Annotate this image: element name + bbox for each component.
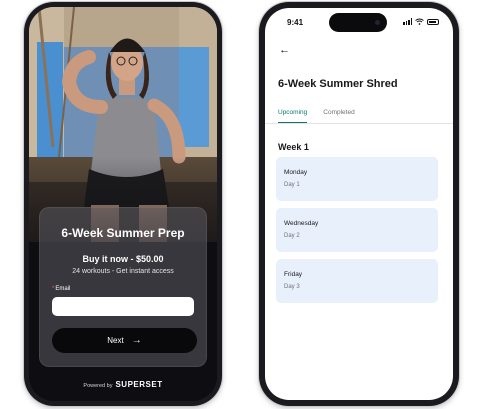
day-name: Wednesday xyxy=(284,220,319,227)
day-card-friday[interactable]: Friday Day 3 xyxy=(276,259,438,303)
email-field[interactable] xyxy=(52,297,194,316)
day-card-monday[interactable]: Monday Day 1 xyxy=(276,157,438,201)
signal-icon xyxy=(403,18,412,25)
day-label: Day 1 xyxy=(284,182,300,188)
day-name: Monday xyxy=(284,169,308,176)
day-name: Friday xyxy=(284,271,303,278)
day-label: Day 3 xyxy=(284,284,300,290)
arrow-right-icon: → xyxy=(131,334,142,346)
battery-icon xyxy=(427,18,439,25)
tabs: Upcoming Completed xyxy=(278,109,355,123)
tab-upcoming[interactable]: Upcoming xyxy=(278,109,308,123)
status-time: 9:41 xyxy=(287,18,304,27)
tab-completed[interactable]: Completed xyxy=(323,109,354,123)
program-title: 6-Week Summer Prep xyxy=(61,226,185,240)
wifi-icon xyxy=(415,18,424,25)
powered-by-text: Powered by xyxy=(83,383,113,389)
program-screen: 9:41 ← 6-Week Summer Shred Upcoming Comp… xyxy=(265,8,453,400)
checkout-screen: 6-Week Summer Prep Buy it now - $50.00 2… xyxy=(29,7,217,401)
camera-dot xyxy=(375,20,380,25)
powered-by: Powered by SUPERSET xyxy=(29,380,217,389)
next-button[interactable]: Next → xyxy=(52,328,197,353)
next-button-label: Next xyxy=(107,336,124,345)
day-label: Day 2 xyxy=(284,233,300,239)
price-line: Buy it now - $50.00 xyxy=(82,254,164,264)
tabs-divider xyxy=(265,123,453,124)
program-summary: 24 workouts - Get instant access xyxy=(72,268,174,275)
checkout-card: 6-Week Summer Prep Buy it now - $50.00 2… xyxy=(39,207,207,367)
week-heading: Week 1 xyxy=(278,142,309,152)
checkout-phone: 6-Week Summer Prep Buy it now - $50.00 2… xyxy=(24,2,222,406)
dynamic-island xyxy=(329,13,387,32)
email-label-text: Email xyxy=(55,286,71,292)
program-phone: 9:41 ← 6-Week Summer Shred Upcoming Comp… xyxy=(259,2,459,406)
superset-logo: SUPERSET xyxy=(115,380,163,389)
mockup-stage: 6-Week Summer Prep Buy it now - $50.00 2… xyxy=(0,0,480,409)
required-marker: * xyxy=(52,286,55,292)
page-title: 6-Week Summer Shred xyxy=(278,78,398,90)
back-arrow-icon[interactable]: ← xyxy=(279,45,290,56)
day-card-wednesday[interactable]: Wednesday Day 2 xyxy=(276,208,438,252)
email-label: *Email xyxy=(52,286,70,292)
status-icons xyxy=(403,18,439,25)
